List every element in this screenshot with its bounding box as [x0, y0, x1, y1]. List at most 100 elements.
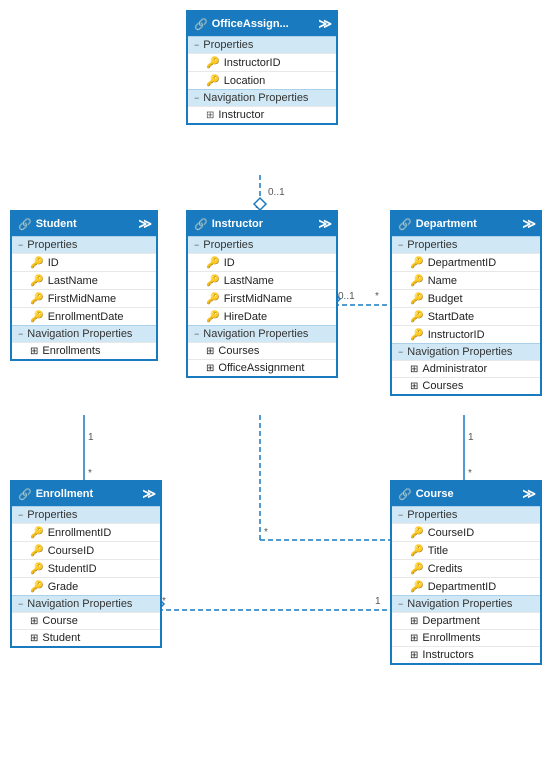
propname-instructor-id: ID [224, 257, 235, 269]
navpropname-enroll-student: Student [42, 632, 80, 644]
entity-header-department: 🔗 Department ≫ [392, 212, 540, 236]
expand-icon-course[interactable]: ≫ [522, 486, 534, 502]
navproperty-department-administrator: ⊞ Administrator [392, 360, 540, 377]
navproperty-course-department: ⊞ Department [392, 612, 540, 629]
properties-label-officeassignment: Properties [203, 39, 253, 51]
navproperty-instructor-oa: ⊞ Instructor [188, 106, 336, 123]
svg-text:1: 1 [88, 432, 94, 443]
navproperties-header-officeassignment[interactable]: − Navigation Properties [188, 89, 336, 106]
navproperties-header-course[interactable]: − Navigation Properties [392, 595, 540, 612]
property-name-instructorid: InstructorID [224, 57, 281, 69]
expand-icon-enrollment[interactable]: ≫ [142, 486, 154, 502]
entity-instructor: 🔗 Instructor ≫ − Properties 🔑 ID 🔑 LastN… [186, 210, 338, 378]
propname-course-deptid: DepartmentID [428, 581, 496, 593]
navpropname-enroll-course: Course [42, 615, 77, 627]
expand-icon-student[interactable]: ≫ [138, 216, 150, 232]
svg-text:0..1: 0..1 [268, 187, 285, 198]
expand-icon-department[interactable]: ≫ [522, 216, 534, 232]
property-student-id: 🔑 ID [12, 253, 156, 271]
property-instructor-hiredate: 🔑 HireDate [188, 307, 336, 325]
entity-title-student: Student [36, 218, 77, 230]
nav-icon-student-enrollments: ⊞ [30, 346, 38, 357]
key-icon-dept-name: 🔑 [410, 274, 424, 287]
property-enrollment-grade: 🔑 Grade [12, 577, 160, 595]
entity-icon-instructor: 🔗 [194, 218, 208, 231]
navproperties-header-instructor[interactable]: − Navigation Properties [188, 325, 336, 342]
key-icon-student-fmn: 🔑 [30, 292, 44, 305]
nav-icon-course-instructors: ⊞ [410, 650, 418, 661]
nav-icon-instructor-oa: ⊞ [206, 363, 214, 374]
propname-course-title: Title [428, 545, 448, 557]
nav-icon-instructor-courses: ⊞ [206, 346, 214, 357]
navproperty-student-enrollments: ⊞ Enrollments [12, 342, 156, 359]
nav-icon-course-enrollments: ⊞ [410, 633, 418, 644]
expand-icon-instructor[interactable]: ≫ [318, 216, 330, 232]
property-name-location: Location [224, 75, 266, 87]
expand-icon-officeassignment[interactable]: ≫ [318, 16, 330, 32]
property-instructor-id: 🔑 ID [188, 253, 336, 271]
svg-text:1: 1 [468, 432, 474, 443]
propname-enroll-id: EnrollmentID [48, 527, 112, 539]
property-student-enrollmentdate: 🔑 EnrollmentDate [12, 307, 156, 325]
navproperty-course-instructors: ⊞ Instructors [392, 646, 540, 663]
navproperty-name-instructor-oa: Instructor [218, 109, 264, 121]
property-department-startdate: 🔑 StartDate [392, 307, 540, 325]
entity-header-instructor: 🔗 Instructor ≫ [188, 212, 336, 236]
propname-instructor-hd: HireDate [224, 311, 267, 323]
propname-student-id: ID [48, 257, 59, 269]
entity-title-instructor: Instructor [212, 218, 263, 230]
key-icon-location: 🔑 [206, 74, 220, 87]
propname-student-ed: EnrollmentDate [48, 311, 124, 323]
entity-title-enrollment: Enrollment [36, 488, 93, 500]
navpropname-instructor-courses: Courses [218, 345, 259, 357]
key-icon-course-title: 🔑 [410, 544, 424, 557]
navproperty-course-enrollments: ⊞ Enrollments [392, 629, 540, 646]
key-icon-student-ed: 🔑 [30, 310, 44, 323]
property-student-lastname: 🔑 LastName [12, 271, 156, 289]
property-department-id: 🔑 DepartmentID [392, 253, 540, 271]
entity-header-student: 🔗 Student ≫ [12, 212, 156, 236]
key-icon-dept-instid: 🔑 [410, 328, 424, 341]
properties-header-department[interactable]: − Properties [392, 236, 540, 253]
properties-header-instructor[interactable]: − Properties [188, 236, 336, 253]
propname-student-fmn: FirstMidName [48, 293, 116, 305]
navproperty-instructor-officeassignment: ⊞ OfficeAssignment [188, 359, 336, 376]
entity-icon-department: 🔗 [398, 218, 412, 231]
property-course-id: 🔑 CourseID [392, 523, 540, 541]
navproperty-enrollment-student: ⊞ Student [12, 629, 160, 646]
navproperties-label-student: Navigation Properties [27, 328, 132, 340]
svg-text:0..1: 0..1 [338, 291, 355, 302]
property-student-firstmidname: 🔑 FirstMidName [12, 289, 156, 307]
nav-icon-enroll-course: ⊞ [30, 616, 38, 627]
entity-officeassignment: 🔗 OfficeAssign... ≫ − Properties 🔑 Instr… [186, 10, 338, 125]
entity-title-department: Department [416, 218, 477, 230]
propname-dept-budget: Budget [428, 293, 463, 305]
propname-dept-instid: InstructorID [428, 329, 485, 341]
properties-header-student[interactable]: − Properties [12, 236, 156, 253]
navproperties-label-department: Navigation Properties [407, 346, 512, 358]
key-icon-student-ln: 🔑 [30, 274, 44, 287]
navpropname-instructor-oa: OfficeAssignment [218, 362, 304, 374]
svg-text:*: * [375, 291, 379, 302]
navproperties-header-department[interactable]: − Navigation Properties [392, 343, 540, 360]
key-icon-course-deptid: 🔑 [410, 580, 424, 593]
properties-header-course[interactable]: − Properties [392, 506, 540, 523]
entity-title-course: Course [416, 488, 454, 500]
propname-instructor-fmn: FirstMidName [224, 293, 292, 305]
entity-icon-student: 🔗 [18, 218, 32, 231]
properties-header-officeassignment[interactable]: − Properties [188, 36, 336, 53]
navproperty-department-courses: ⊞ Courses [392, 377, 540, 394]
properties-label-department: Properties [407, 239, 457, 251]
propname-student-ln: LastName [48, 275, 98, 287]
properties-header-enrollment[interactable]: − Properties [12, 506, 160, 523]
navproperties-header-student[interactable]: − Navigation Properties [12, 325, 156, 342]
navpropname-dept-admin: Administrator [422, 363, 487, 375]
navproperties-label-officeassignment: Navigation Properties [203, 92, 308, 104]
property-department-budget: 🔑 Budget [392, 289, 540, 307]
propname-enroll-cid: CourseID [48, 545, 94, 557]
navproperties-header-enrollment[interactable]: − Navigation Properties [12, 595, 160, 612]
key-icon-instructor-fmn: 🔑 [206, 292, 220, 305]
entity-department: 🔗 Department ≫ − Properties 🔑 Department… [390, 210, 542, 396]
entity-student: 🔗 Student ≫ − Properties 🔑 ID 🔑 LastName… [10, 210, 158, 361]
property-instructor-firstmidname: 🔑 FirstMidName [188, 289, 336, 307]
